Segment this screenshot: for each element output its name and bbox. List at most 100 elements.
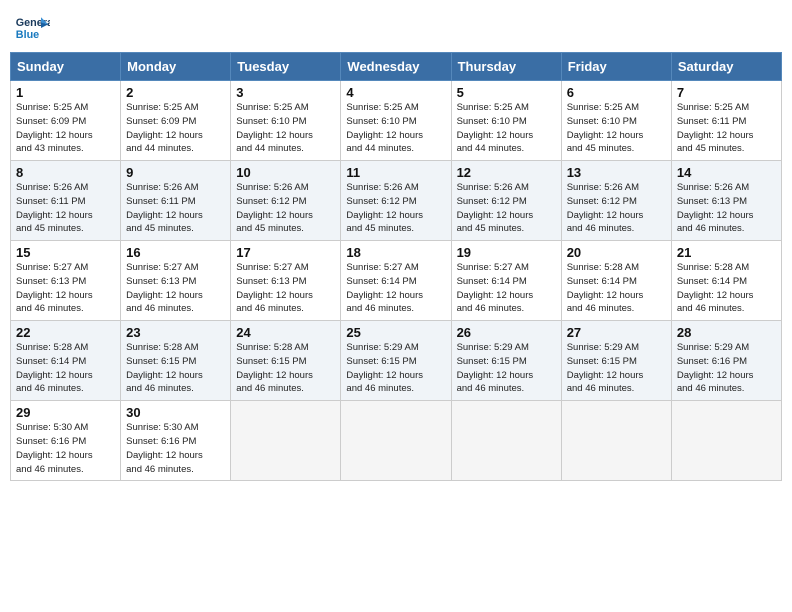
day-number: 26 bbox=[457, 325, 556, 340]
day-detail: Sunrise: 5:25 AMSunset: 6:10 PMDaylight:… bbox=[567, 101, 666, 156]
day-detail: Sunrise: 5:28 AMSunset: 6:14 PMDaylight:… bbox=[567, 261, 666, 316]
calendar-cell: 5Sunrise: 5:25 AMSunset: 6:10 PMDaylight… bbox=[451, 81, 561, 161]
day-number: 11 bbox=[346, 165, 445, 180]
day-detail: Sunrise: 5:30 AMSunset: 6:16 PMDaylight:… bbox=[126, 421, 225, 476]
calendar-cell: 30Sunrise: 5:30 AMSunset: 6:16 PMDayligh… bbox=[121, 401, 231, 481]
week-row-5: 29Sunrise: 5:30 AMSunset: 6:16 PMDayligh… bbox=[11, 401, 782, 481]
calendar-cell: 3Sunrise: 5:25 AMSunset: 6:10 PMDaylight… bbox=[231, 81, 341, 161]
day-number: 27 bbox=[567, 325, 666, 340]
day-number: 8 bbox=[16, 165, 115, 180]
week-row-1: 1Sunrise: 5:25 AMSunset: 6:09 PMDaylight… bbox=[11, 81, 782, 161]
day-detail: Sunrise: 5:25 AMSunset: 6:09 PMDaylight:… bbox=[126, 101, 225, 156]
calendar-header-row: SundayMondayTuesdayWednesdayThursdayFrid… bbox=[11, 53, 782, 81]
day-detail: Sunrise: 5:27 AMSunset: 6:13 PMDaylight:… bbox=[16, 261, 115, 316]
day-detail: Sunrise: 5:28 AMSunset: 6:15 PMDaylight:… bbox=[126, 341, 225, 396]
calendar-cell: 15Sunrise: 5:27 AMSunset: 6:13 PMDayligh… bbox=[11, 241, 121, 321]
header-thursday: Thursday bbox=[451, 53, 561, 81]
day-number: 20 bbox=[567, 245, 666, 260]
calendar-cell: 14Sunrise: 5:26 AMSunset: 6:13 PMDayligh… bbox=[671, 161, 781, 241]
calendar-cell: 18Sunrise: 5:27 AMSunset: 6:14 PMDayligh… bbox=[341, 241, 451, 321]
day-detail: Sunrise: 5:28 AMSunset: 6:14 PMDaylight:… bbox=[16, 341, 115, 396]
calendar-cell: 24Sunrise: 5:28 AMSunset: 6:15 PMDayligh… bbox=[231, 321, 341, 401]
day-detail: Sunrise: 5:29 AMSunset: 6:15 PMDaylight:… bbox=[567, 341, 666, 396]
calendar-cell: 11Sunrise: 5:26 AMSunset: 6:12 PMDayligh… bbox=[341, 161, 451, 241]
week-row-2: 8Sunrise: 5:26 AMSunset: 6:11 PMDaylight… bbox=[11, 161, 782, 241]
calendar-cell: 12Sunrise: 5:26 AMSunset: 6:12 PMDayligh… bbox=[451, 161, 561, 241]
day-detail: Sunrise: 5:26 AMSunset: 6:12 PMDaylight:… bbox=[457, 181, 556, 236]
header-monday: Monday bbox=[121, 53, 231, 81]
day-detail: Sunrise: 5:26 AMSunset: 6:11 PMDaylight:… bbox=[126, 181, 225, 236]
calendar-cell: 16Sunrise: 5:27 AMSunset: 6:13 PMDayligh… bbox=[121, 241, 231, 321]
day-detail: Sunrise: 5:29 AMSunset: 6:15 PMDaylight:… bbox=[346, 341, 445, 396]
day-detail: Sunrise: 5:28 AMSunset: 6:14 PMDaylight:… bbox=[677, 261, 776, 316]
day-number: 15 bbox=[16, 245, 115, 260]
calendar-cell: 28Sunrise: 5:29 AMSunset: 6:16 PMDayligh… bbox=[671, 321, 781, 401]
calendar-cell bbox=[231, 401, 341, 481]
day-detail: Sunrise: 5:29 AMSunset: 6:16 PMDaylight:… bbox=[677, 341, 776, 396]
calendar-cell: 4Sunrise: 5:25 AMSunset: 6:10 PMDaylight… bbox=[341, 81, 451, 161]
day-detail: Sunrise: 5:26 AMSunset: 6:12 PMDaylight:… bbox=[567, 181, 666, 236]
calendar-table: SundayMondayTuesdayWednesdayThursdayFrid… bbox=[10, 52, 782, 481]
day-number: 25 bbox=[346, 325, 445, 340]
day-detail: Sunrise: 5:25 AMSunset: 6:09 PMDaylight:… bbox=[16, 101, 115, 156]
calendar-cell: 26Sunrise: 5:29 AMSunset: 6:15 PMDayligh… bbox=[451, 321, 561, 401]
calendar-cell: 25Sunrise: 5:29 AMSunset: 6:15 PMDayligh… bbox=[341, 321, 451, 401]
day-detail: Sunrise: 5:27 AMSunset: 6:14 PMDaylight:… bbox=[346, 261, 445, 316]
day-number: 6 bbox=[567, 85, 666, 100]
day-number: 3 bbox=[236, 85, 335, 100]
svg-text:Blue: Blue bbox=[16, 29, 39, 41]
calendar-cell bbox=[341, 401, 451, 481]
calendar-cell bbox=[561, 401, 671, 481]
day-number: 13 bbox=[567, 165, 666, 180]
calendar-cell: 19Sunrise: 5:27 AMSunset: 6:14 PMDayligh… bbox=[451, 241, 561, 321]
header-wednesday: Wednesday bbox=[341, 53, 451, 81]
day-detail: Sunrise: 5:27 AMSunset: 6:14 PMDaylight:… bbox=[457, 261, 556, 316]
calendar-cell: 8Sunrise: 5:26 AMSunset: 6:11 PMDaylight… bbox=[11, 161, 121, 241]
day-number: 2 bbox=[126, 85, 225, 100]
day-detail: Sunrise: 5:25 AMSunset: 6:11 PMDaylight:… bbox=[677, 101, 776, 156]
calendar-cell: 2Sunrise: 5:25 AMSunset: 6:09 PMDaylight… bbox=[121, 81, 231, 161]
day-number: 9 bbox=[126, 165, 225, 180]
header-saturday: Saturday bbox=[671, 53, 781, 81]
calendar-cell: 7Sunrise: 5:25 AMSunset: 6:11 PMDaylight… bbox=[671, 81, 781, 161]
week-row-3: 15Sunrise: 5:27 AMSunset: 6:13 PMDayligh… bbox=[11, 241, 782, 321]
day-detail: Sunrise: 5:25 AMSunset: 6:10 PMDaylight:… bbox=[236, 101, 335, 156]
day-number: 18 bbox=[346, 245, 445, 260]
day-number: 14 bbox=[677, 165, 776, 180]
day-number: 7 bbox=[677, 85, 776, 100]
calendar-cell: 21Sunrise: 5:28 AMSunset: 6:14 PMDayligh… bbox=[671, 241, 781, 321]
day-detail: Sunrise: 5:28 AMSunset: 6:15 PMDaylight:… bbox=[236, 341, 335, 396]
day-number: 24 bbox=[236, 325, 335, 340]
calendar-cell: 17Sunrise: 5:27 AMSunset: 6:13 PMDayligh… bbox=[231, 241, 341, 321]
day-number: 22 bbox=[16, 325, 115, 340]
header-friday: Friday bbox=[561, 53, 671, 81]
day-number: 29 bbox=[16, 405, 115, 420]
day-detail: Sunrise: 5:26 AMSunset: 6:11 PMDaylight:… bbox=[16, 181, 115, 236]
logo: General Blue bbox=[14, 10, 54, 46]
day-number: 16 bbox=[126, 245, 225, 260]
calendar-cell: 9Sunrise: 5:26 AMSunset: 6:11 PMDaylight… bbox=[121, 161, 231, 241]
day-detail: Sunrise: 5:26 AMSunset: 6:12 PMDaylight:… bbox=[236, 181, 335, 236]
calendar-cell bbox=[451, 401, 561, 481]
day-detail: Sunrise: 5:27 AMSunset: 6:13 PMDaylight:… bbox=[126, 261, 225, 316]
calendar-cell: 20Sunrise: 5:28 AMSunset: 6:14 PMDayligh… bbox=[561, 241, 671, 321]
day-detail: Sunrise: 5:26 AMSunset: 6:13 PMDaylight:… bbox=[677, 181, 776, 236]
calendar-cell bbox=[671, 401, 781, 481]
day-number: 10 bbox=[236, 165, 335, 180]
day-detail: Sunrise: 5:30 AMSunset: 6:16 PMDaylight:… bbox=[16, 421, 115, 476]
day-number: 28 bbox=[677, 325, 776, 340]
day-detail: Sunrise: 5:25 AMSunset: 6:10 PMDaylight:… bbox=[457, 101, 556, 156]
day-number: 21 bbox=[677, 245, 776, 260]
calendar-cell: 1Sunrise: 5:25 AMSunset: 6:09 PMDaylight… bbox=[11, 81, 121, 161]
day-detail: Sunrise: 5:29 AMSunset: 6:15 PMDaylight:… bbox=[457, 341, 556, 396]
day-number: 4 bbox=[346, 85, 445, 100]
calendar-cell: 13Sunrise: 5:26 AMSunset: 6:12 PMDayligh… bbox=[561, 161, 671, 241]
day-number: 23 bbox=[126, 325, 225, 340]
day-detail: Sunrise: 5:25 AMSunset: 6:10 PMDaylight:… bbox=[346, 101, 445, 156]
day-detail: Sunrise: 5:26 AMSunset: 6:12 PMDaylight:… bbox=[346, 181, 445, 236]
calendar-cell: 6Sunrise: 5:25 AMSunset: 6:10 PMDaylight… bbox=[561, 81, 671, 161]
calendar-cell: 10Sunrise: 5:26 AMSunset: 6:12 PMDayligh… bbox=[231, 161, 341, 241]
day-number: 17 bbox=[236, 245, 335, 260]
logo-icon: General Blue bbox=[14, 10, 50, 46]
day-detail: Sunrise: 5:27 AMSunset: 6:13 PMDaylight:… bbox=[236, 261, 335, 316]
